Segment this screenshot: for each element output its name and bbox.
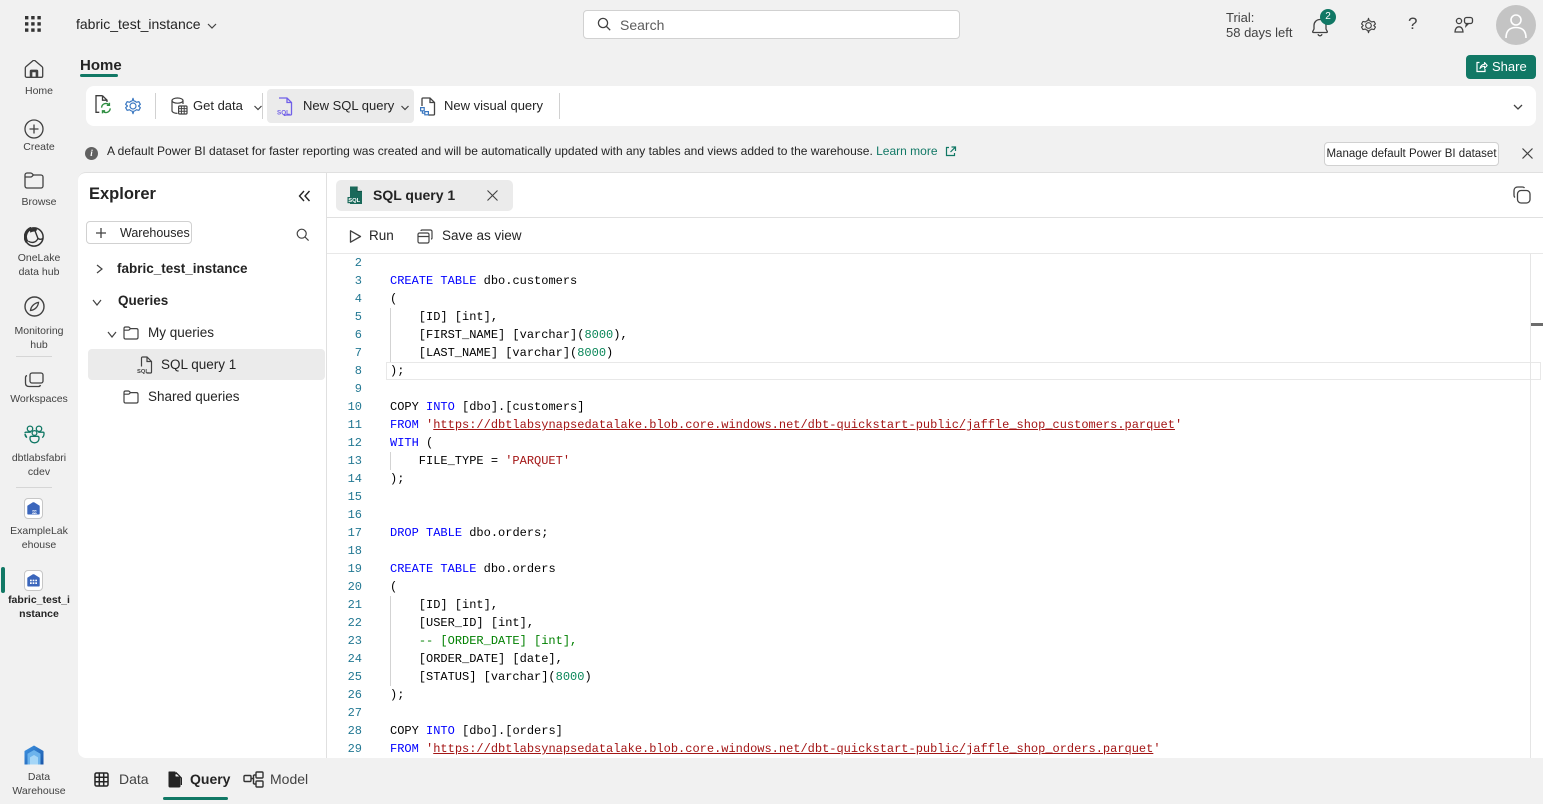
svg-text:SQL: SQL xyxy=(137,369,149,374)
svg-text:SQL: SQL xyxy=(348,198,360,204)
svg-text:SQL: SQL xyxy=(277,109,290,116)
